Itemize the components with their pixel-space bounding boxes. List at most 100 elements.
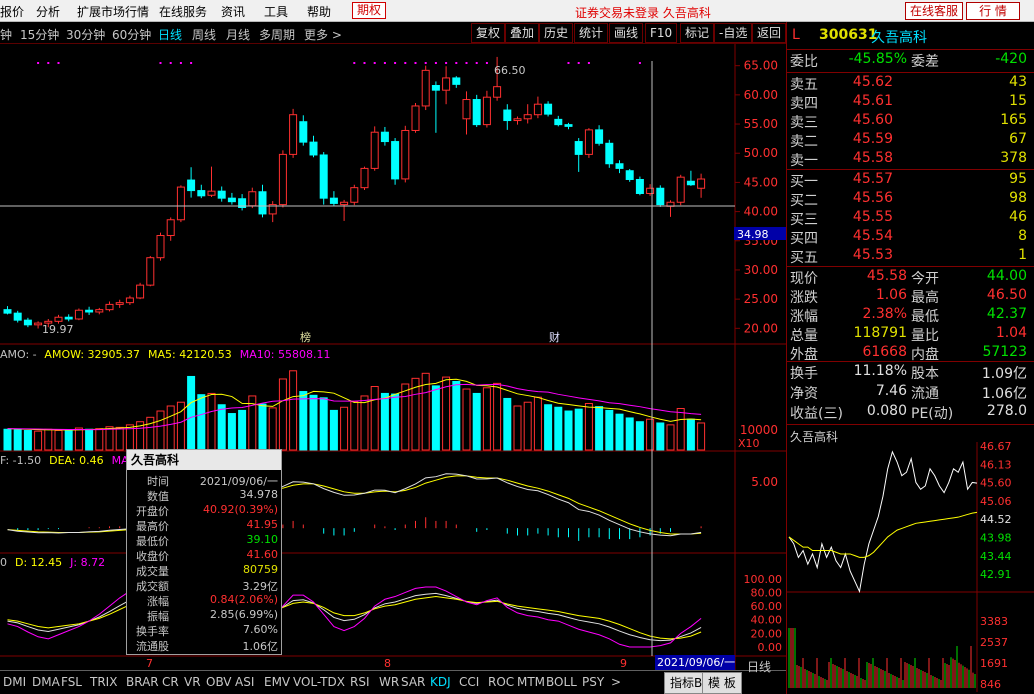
macd-chart[interactable]	[7, 473, 702, 541]
candle	[615, 160, 624, 174]
intraday-chart[interactable]: 46.67 46.13 45.60 45.06 44.52 43.98 43.44 42.91…	[787, 442, 1034, 692]
tab-roc[interactable]: ROC	[485, 672, 517, 692]
period-30min[interactable]: 30分钟	[66, 26, 105, 43]
stats-label: 最高	[911, 290, 939, 306]
menu-item-extended-market[interactable]: 扩展市场行情	[77, 3, 149, 20]
period-minute[interactable]: 钟	[0, 26, 12, 43]
intraday-volume-label: 1691	[980, 657, 1008, 670]
menu-item-online-service[interactable]: 在线服务	[159, 3, 207, 20]
tab-boll[interactable]: BOLL	[543, 672, 580, 692]
candle	[472, 94, 481, 127]
template-button[interactable]: 模 板	[702, 672, 742, 694]
volume-bar	[207, 392, 216, 451]
tab-sar[interactable]: SAR	[398, 672, 428, 692]
fundamentals-row: 净资 7.46 流通 1.06亿	[787, 383, 1034, 403]
candle	[442, 66, 451, 105]
candle	[533, 96, 542, 119]
intraday-price-label: 46.13	[980, 458, 1012, 471]
statistics-button[interactable]: 统计	[574, 23, 609, 43]
candle	[176, 185, 185, 223]
stock-code: 300631	[819, 27, 878, 43]
tab-emv[interactable]: EMV	[261, 672, 293, 692]
tooltip-row-label: 成交量	[136, 565, 169, 578]
stats-label: 今开	[911, 271, 939, 287]
back-button[interactable]: 返回	[752, 23, 787, 43]
tooltip-row-value: 0.84(2.06%)	[209, 593, 278, 606]
period-daily[interactable]: 日线	[158, 26, 182, 43]
bid-row-label: 买三	[790, 212, 818, 228]
marker-bang[interactable]: 榜	[300, 330, 311, 344]
tab-cci[interactable]: CCI	[456, 672, 482, 692]
cursor-date-label: 2021/09/06/一	[657, 656, 735, 669]
ask-row: 卖一 45.58 378	[787, 150, 1034, 170]
period-60min[interactable]: 60分钟	[112, 26, 151, 43]
marker-cai[interactable]: 财	[549, 330, 560, 344]
ask-row: 卖五 45.62 43	[787, 74, 1034, 94]
period-label: 日线	[747, 660, 772, 674]
candle-body	[595, 129, 604, 144]
mark-button[interactable]: 标记	[680, 23, 715, 43]
period-15min[interactable]: 15分钟	[20, 26, 59, 43]
tab-trix[interactable]: TRIX	[87, 672, 120, 692]
restore-rights-button[interactable]: 复权	[471, 23, 506, 43]
candle-body	[656, 187, 665, 206]
tooltip-row: 流通股 1.06亿	[127, 638, 281, 653]
order-diff-label: 委差	[911, 54, 939, 70]
tooltip-row-value: 41.95	[246, 518, 279, 531]
quote-panel: L 300631 久吾高科 委比 -45.85% 委差 -420 卖五 45.62…	[786, 22, 1034, 694]
tab-kdj[interactable]: KDJ	[427, 672, 454, 692]
tab-fsl[interactable]: FSL	[58, 672, 85, 692]
candle-body	[584, 129, 593, 155]
period-weekly[interactable]: 周线	[192, 26, 216, 43]
signal-dot	[353, 62, 356, 64]
menu-item-news[interactable]: 资讯	[221, 3, 245, 20]
candle-body	[74, 309, 83, 320]
history-button[interactable]: 历史	[539, 23, 574, 43]
tab-obv[interactable]: OBV	[203, 672, 235, 692]
volume-bar	[23, 430, 32, 451]
overlay-button[interactable]: 叠加	[505, 23, 540, 43]
tooltip-row: 时间 2021/09/06/一	[127, 473, 281, 488]
tab-rsi[interactable]: RSI	[347, 672, 373, 692]
f10-button[interactable]: F10	[645, 23, 678, 43]
tab-asi[interactable]: ASI	[232, 672, 257, 692]
ask-row-label: 卖五	[790, 77, 818, 93]
menu-item-options[interactable]: 期权	[352, 2, 387, 19]
tab-vr[interactable]: VR	[181, 672, 204, 692]
tab-brar[interactable]: BRAR	[123, 672, 162, 692]
tab--[interactable]: >	[608, 672, 624, 692]
candle-body	[391, 141, 400, 180]
tab-cr[interactable]: CR	[159, 672, 182, 692]
volume-chart[interactable]	[3, 370, 706, 451]
kdj-chart[interactable]	[7, 578, 702, 648]
intraday-volume-label: 846	[980, 678, 1001, 691]
candle	[3, 306, 12, 315]
watchlist-remove-button[interactable]: -自选	[714, 23, 753, 43]
period-more[interactable]: 更多 >	[304, 26, 342, 43]
period-multi[interactable]: 多周期	[259, 26, 295, 43]
candle-body	[299, 121, 308, 143]
menu-item-quote[interactable]: 报价	[0, 3, 24, 20]
online-service-button[interactable]: 在线客服	[905, 2, 964, 20]
candle	[554, 115, 563, 127]
tab-vol-tdx[interactable]: VOL-TDX	[290, 672, 348, 692]
quote-button[interactable]: 行 情	[966, 2, 1020, 20]
candlestick-chart[interactable]	[3, 56, 706, 329]
signal-dot	[37, 62, 40, 64]
signal-dot	[57, 62, 60, 64]
menu-item-help[interactable]: 帮助	[307, 3, 331, 20]
draw-line-button[interactable]: 画线	[609, 23, 644, 43]
kline-chart-area[interactable]: 65.0060.0055.0050.0045.0040.0035.0030.00…	[0, 44, 786, 670]
menu-item-tools[interactable]: 工具	[264, 3, 288, 20]
volume-bar	[3, 428, 12, 451]
bid-row-price: 45.55	[852, 209, 893, 225]
tab-psy[interactable]: PSY	[579, 672, 607, 692]
candle-body	[605, 142, 614, 165]
stats-value: 1.06	[875, 287, 907, 303]
tooltip-row-value: 34.978	[239, 488, 279, 501]
fundamentals-label: 换手	[790, 366, 818, 382]
volume-bar	[625, 417, 634, 451]
menu-item-analysis[interactable]: 分析	[36, 3, 60, 20]
tab-dmi[interactable]: DMI	[0, 672, 29, 692]
period-monthly[interactable]: 月线	[226, 26, 250, 43]
